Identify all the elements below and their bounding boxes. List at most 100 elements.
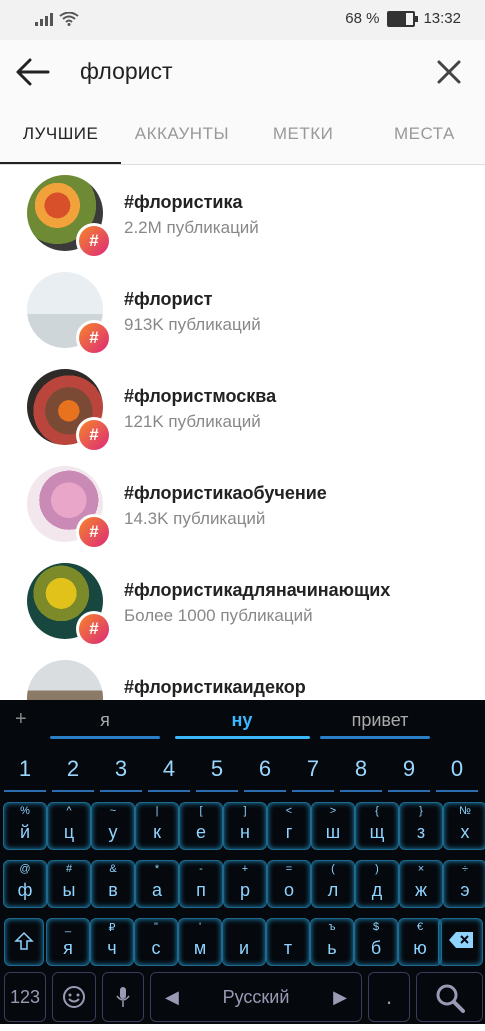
letter-key[interactable]: и: [222, 918, 266, 966]
letter-key[interactable]: -п: [179, 860, 223, 908]
letter-key[interactable]: # ы: [47, 860, 91, 908]
microphone-icon: [116, 987, 130, 1007]
number-key[interactable]: 3: [100, 748, 142, 792]
letter-key[interactable]: < г: [267, 802, 311, 850]
letter-key[interactable]: ^ ц: [47, 802, 91, 850]
key-letter: о: [283, 880, 294, 900]
letter-key[interactable]: ] н: [223, 802, 267, 850]
key-letter: д: [371, 880, 383, 900]
key-hint: %: [20, 805, 30, 817]
list-item[interactable]: #флористикаидекор: [0, 650, 485, 700]
key-hint: ': [198, 921, 202, 933]
list-item[interactable]: # #флористикадляначинающих Более 1000 пу…: [0, 553, 485, 650]
suggestion-middle[interactable]: ну: [172, 710, 312, 731]
status-bar: 68 % 13:32: [0, 0, 485, 40]
key-letter: з: [416, 822, 426, 842]
list-item[interactable]: # #флорист 913K публикаций: [0, 262, 485, 359]
key-letter: ч: [107, 938, 117, 958]
search-tabs: ЛУЧШИЕ АККАУНТЫ МЕТКИ МЕСТА: [0, 104, 485, 165]
number-key[interactable]: 9: [388, 748, 430, 792]
list-item[interactable]: # #флористикаобучение 14.3K публикаций: [0, 456, 485, 553]
letter-key[interactable]: ъь: [310, 918, 354, 966]
key-hint: >: [329, 805, 337, 817]
letter-key[interactable]: ' м: [178, 918, 222, 966]
numbers-key[interactable]: 123: [4, 972, 46, 1022]
backspace-key[interactable]: [438, 918, 483, 966]
list-item[interactable]: # #флористмосква 121K публикаций: [0, 359, 485, 456]
number-key[interactable]: 2: [52, 748, 94, 792]
list-item[interactable]: # #флористика 2.2M публикаций: [0, 165, 485, 262]
key-letter: щ: [369, 822, 385, 842]
wifi-icon: [59, 12, 79, 26]
number-key[interactable]: 1: [4, 748, 46, 792]
letter-key[interactable]: " с: [134, 918, 178, 966]
letter-key[interactable]: € ю: [398, 918, 442, 966]
tab-accounts[interactable]: АККАУНТЫ: [121, 104, 242, 164]
key-letter: я: [63, 938, 73, 958]
hashtag-icon: #: [76, 417, 112, 453]
key-hint: ~: [109, 805, 117, 817]
key-hint: [: [199, 805, 203, 817]
keyboard-bottom-row: 123 ◀ Русский ▶ .: [0, 970, 485, 1024]
number-key[interactable]: 6: [244, 748, 286, 792]
key-hint: _: [64, 921, 72, 933]
letter-key[interactable]: % й: [3, 802, 47, 850]
number-key[interactable]: 7: [292, 748, 334, 792]
result-title: #флористикаидекор: [124, 677, 306, 697]
result-subtitle: 2.2M публикаций: [124, 218, 259, 237]
result-title: #флористмосква: [124, 386, 277, 406]
letter-key[interactable]: > ш: [311, 802, 355, 850]
letter-key[interactable]: (л: [311, 860, 355, 908]
key-hint: |: [155, 805, 159, 817]
letter-key[interactable]: ₽ ч: [90, 918, 134, 966]
key-hint: №: [459, 805, 471, 817]
hashtag-icon: #: [76, 514, 112, 550]
letter-key[interactable]: ) д: [355, 860, 399, 908]
emoji-icon: [63, 986, 85, 1008]
space-bar[interactable]: ◀ Русский ▶: [150, 972, 362, 1022]
back-arrow-icon[interactable]: [14, 56, 50, 88]
letter-key[interactable]: = о: [267, 860, 311, 908]
number-key[interactable]: 4: [148, 748, 190, 792]
tab-tags[interactable]: МЕТКИ: [243, 104, 364, 164]
language-right-arrow-icon: ▶: [333, 987, 347, 1007]
letter-key[interactable]: * а: [135, 860, 179, 908]
letter-key[interactable]: | к: [135, 802, 179, 850]
letter-key[interactable]: & в: [91, 860, 135, 908]
letter-key[interactable]: № х: [443, 802, 485, 850]
plus-icon[interactable]: +: [15, 708, 27, 731]
clock: 13:32: [423, 10, 461, 27]
letter-key[interactable]: × ж: [399, 860, 443, 908]
mic-key[interactable]: [102, 972, 144, 1022]
letter-key[interactable]: [е: [179, 802, 223, 850]
letter-key[interactable]: ÷ э: [443, 860, 485, 908]
key-hint: {: [375, 805, 379, 817]
tab-top[interactable]: ЛУЧШИЕ: [0, 104, 122, 164]
letter-key[interactable]: + р: [223, 860, 267, 908]
key-hint: ×: [417, 863, 425, 875]
key-hint: ): [375, 863, 379, 875]
letter-key[interactable]: } з: [399, 802, 443, 850]
tab-places[interactable]: МЕСТА: [364, 104, 485, 164]
shift-key[interactable]: [4, 918, 44, 966]
letter-key[interactable]: т: [266, 918, 310, 966]
suggestion-left[interactable]: я: [35, 710, 175, 731]
key-hint: ^: [66, 805, 72, 817]
letter-key[interactable]: $ б: [354, 918, 398, 966]
letter-key[interactable]: @ ф: [3, 860, 47, 908]
search-key[interactable]: [416, 972, 483, 1022]
hashtag-icon: #: [76, 611, 112, 647]
suggestion-right[interactable]: привет: [310, 710, 450, 731]
number-key[interactable]: 8: [340, 748, 382, 792]
letter-key[interactable]: {щ: [355, 802, 399, 850]
search-input[interactable]: флорист: [80, 58, 173, 85]
key-hint: ]: [243, 805, 247, 817]
number-key[interactable]: 5: [196, 748, 238, 792]
suggestion-divider: [50, 736, 160, 739]
letter-key[interactable]: ~ у: [91, 802, 135, 850]
emoji-key[interactable]: [52, 972, 96, 1022]
number-key[interactable]: 0: [436, 748, 478, 792]
letter-key[interactable]: _ я: [46, 918, 90, 966]
period-key[interactable]: .: [368, 972, 410, 1022]
close-icon[interactable]: [435, 58, 463, 86]
